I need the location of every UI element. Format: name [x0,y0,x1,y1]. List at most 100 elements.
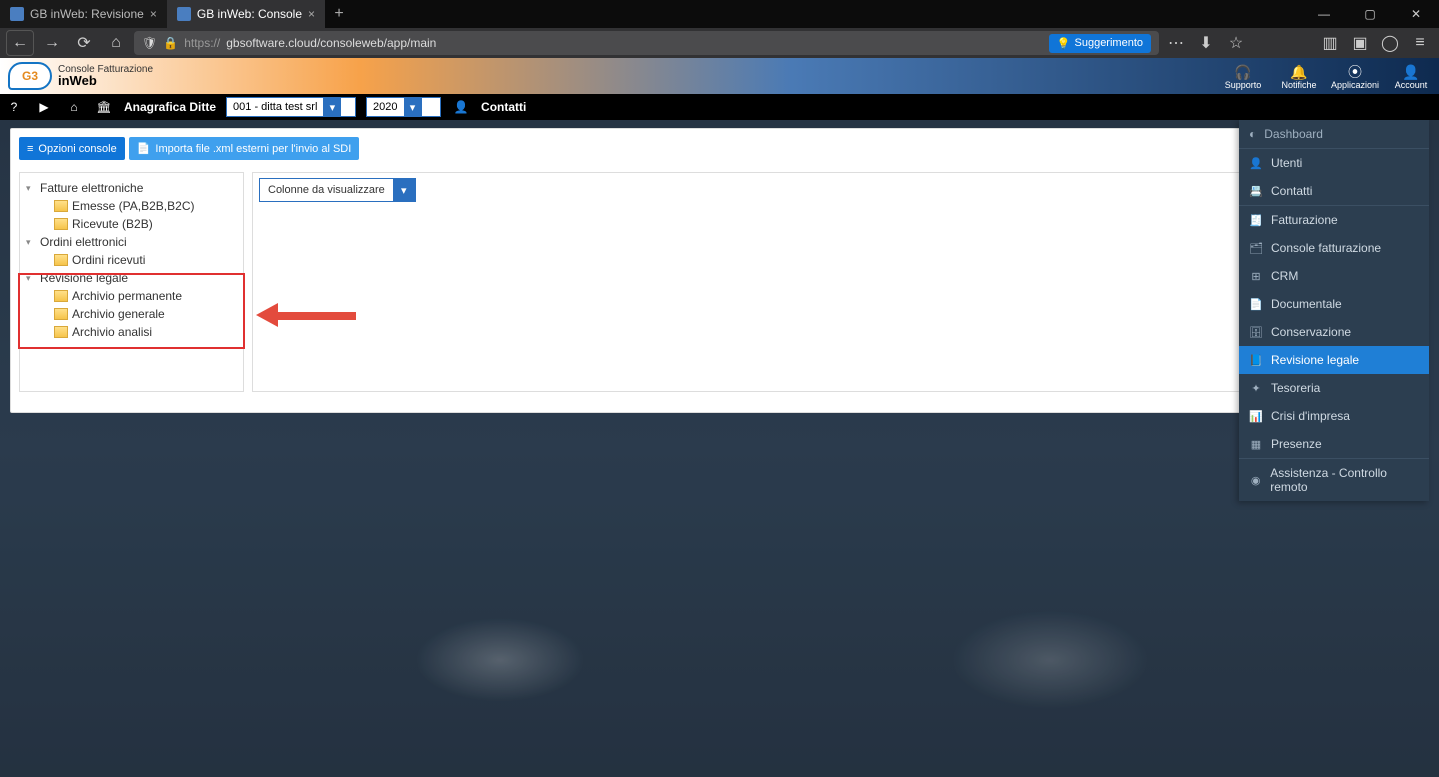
anno-combo[interactable]: 2020 ▾ [366,97,441,117]
menu-item-fatturazione[interactable]: 🧾Fatturazione [1239,206,1429,234]
bookmark-icon[interactable]: ☆ [1223,31,1249,55]
home-button[interactable]: ⌂ [102,30,130,56]
close-tab-icon[interactable]: × [308,7,315,21]
menu-icon[interactable]: ≡ [1407,31,1433,55]
contatti-label[interactable]: Contatti [481,100,526,114]
star-icon: ✦ [1249,382,1263,395]
menu-label: Revisione legale [1271,353,1359,367]
lock-icon: 🔒 [163,36,178,50]
library-icon[interactable]: ▥ [1317,31,1343,55]
anagrafica-label: Anagrafica Ditte [124,100,216,114]
suggestion-badge[interactable]: 💡 Suggerimento [1049,34,1151,53]
header-applicazioni[interactable]: ⦿ Applicazioni [1327,62,1383,90]
tree-item[interactable]: Archivio generale [52,305,239,323]
tree-label: Fatture elettroniche [40,181,143,195]
menu-item-documentale[interactable]: 📄Documentale [1239,290,1429,318]
menu-label: Assistenza - Controllo remoto [1270,466,1419,494]
menu-item-console-fatt[interactable]: 🗂Console fatturazione [1239,234,1429,262]
brand-text: Console Fatturazione inWeb [58,64,153,88]
tree-item[interactable]: Ordini ricevuti [52,251,239,269]
reload-button[interactable]: ⟳ [70,30,98,56]
menu-item-tesoreria[interactable]: ✦Tesoreria [1239,374,1429,402]
list-icon: ≡ [27,143,33,155]
browser-tab-1[interactable]: GB inWeb: Console × [167,0,325,28]
opzioni-console-button[interactable]: ≡ Opzioni console [19,137,125,160]
back-button[interactable]: ← [6,30,34,56]
person-icon: 👤 [451,100,471,114]
video-icon[interactable]: ▶ [34,100,54,114]
importa-xml-button[interactable]: 📄 Importa file .xml esterni per l'invio … [129,137,360,160]
menu-item-presenze[interactable]: ▦Presenze [1239,430,1429,459]
contacts-icon: 📇 [1249,185,1263,198]
tree-item[interactable]: Archivio analisi [52,323,239,341]
calendar-icon: ▦ [1249,438,1263,451]
sidebar-icon[interactable]: ▣ [1347,31,1373,55]
anno-value: 2020 [367,101,403,113]
tree-group-revisione[interactable]: ▾ Revisione legale [24,269,239,287]
url-protocol: https:// [184,36,220,50]
tree-item[interactable]: Archivio permanente [52,287,239,305]
url-field[interactable]: 🛡 🔒 https:// gbsoftware.cloud/consoleweb… [134,31,1159,55]
tree-label: Ordini ricevuti [72,253,145,267]
app-mega-menu: ◐ Dashboard 👤Utenti 📇Contatti 🧾Fatturazi… [1239,120,1429,501]
browser-address-bar: ← → ⟳ ⌂ 🛡 🔒 https:// gbsoftware.cloud/co… [0,28,1439,58]
header-supporto[interactable]: 🎧 Supporto [1215,62,1271,90]
tree-label: Revisione legale [40,271,128,285]
header-account[interactable]: 👤 Account [1383,62,1439,90]
tree-item[interactable]: Emesse (PA,B2B,B2C) [52,197,239,215]
menu-item-crisi[interactable]: 📊Crisi d'impresa [1239,402,1429,430]
header-notifiche[interactable]: 🔔 Notifiche [1271,62,1327,90]
chevron-down-icon: ▾ [26,183,36,194]
menu-item-crm[interactable]: ⊞CRM [1239,262,1429,290]
tree-group-fatture[interactable]: ▾ Fatture elettroniche [24,179,239,197]
minimize-button[interactable]: — [1301,0,1347,28]
header-label: Notifiche [1271,80,1327,90]
menu-dashboard[interactable]: ◐ Dashboard [1239,120,1429,149]
close-tab-icon[interactable]: × [150,7,157,21]
apps-icon: ⦿ [1327,64,1383,80]
panel-toolbar: ≡ Opzioni console 📄 Importa file .xml es… [19,137,1420,160]
app-logo[interactable]: G3 Console Fatturazione inWeb [0,62,161,90]
menu-item-assistenza[interactable]: ◉ Assistenza - Controllo remoto [1239,459,1429,501]
ditta-combo[interactable]: 001 - ditta test srl ▾ [226,97,356,117]
tree-item[interactable]: Ricevute (B2B) [52,215,239,233]
building-icon[interactable]: 🏛 [94,100,114,114]
menu-label: Dashboard [1264,127,1323,141]
cloud-logo-icon: G3 [8,62,52,90]
forward-button[interactable]: → [38,30,66,56]
browser-tab-0[interactable]: GB inWeb: Revisione × [0,0,167,28]
user-icon: 👤 [1383,64,1439,80]
invoice-icon: 🧾 [1249,214,1263,227]
main-panel: ≡ Opzioni console 📄 Importa file .xml es… [10,128,1429,413]
app-toolbar: ? ▶ ⌂ 🏛 Anagrafica Ditte 001 - ditta tes… [0,94,1439,120]
window-controls: — ▢ ✕ [1301,0,1439,28]
new-tab-button[interactable]: + [325,0,353,28]
close-window-button[interactable]: ✕ [1393,0,1439,28]
tab-title: GB inWeb: Revisione [30,7,144,21]
brand-line2: inWeb [58,73,97,88]
download-icon[interactable]: ⬇ [1193,31,1219,55]
more-icon[interactable]: ⋯ [1163,31,1189,55]
menu-item-conservazione[interactable]: 🗄Conservazione [1239,318,1429,346]
maximize-button[interactable]: ▢ [1347,0,1393,28]
grid-icon: ⊞ [1249,270,1263,283]
profile-icon[interactable]: ◯ [1377,31,1403,55]
tree-group-ordini[interactable]: ▾ Ordini elettronici [24,233,239,251]
colonne-combo[interactable]: Colonne da visualizzare ▾ [259,178,416,202]
app-header: G3 Console Fatturazione inWeb 🎧 Supporto… [0,58,1439,94]
menu-item-revisione-legale[interactable]: 📘Revisione legale [1239,346,1429,374]
doc-icon: 📄 [1249,298,1263,311]
tree-label: Archivio analisi [72,325,152,339]
help-icon[interactable]: ? [4,100,24,114]
tree-label: Emesse (PA,B2B,B2C) [72,199,194,213]
menu-item-contatti[interactable]: 📇Contatti [1239,177,1429,206]
menu-item-utenti[interactable]: 👤Utenti [1239,149,1429,177]
chevron-down-icon: ▾ [26,273,36,284]
home-icon[interactable]: ⌂ [64,100,84,114]
tree-label: Ordini elettronici [40,235,127,249]
header-label: Supporto [1215,80,1271,90]
remote-icon: ◉ [1249,474,1262,487]
combo-label: Colonne da visualizzare [260,184,393,196]
button-label: Opzioni console [38,143,116,155]
folder-icon [54,254,68,266]
